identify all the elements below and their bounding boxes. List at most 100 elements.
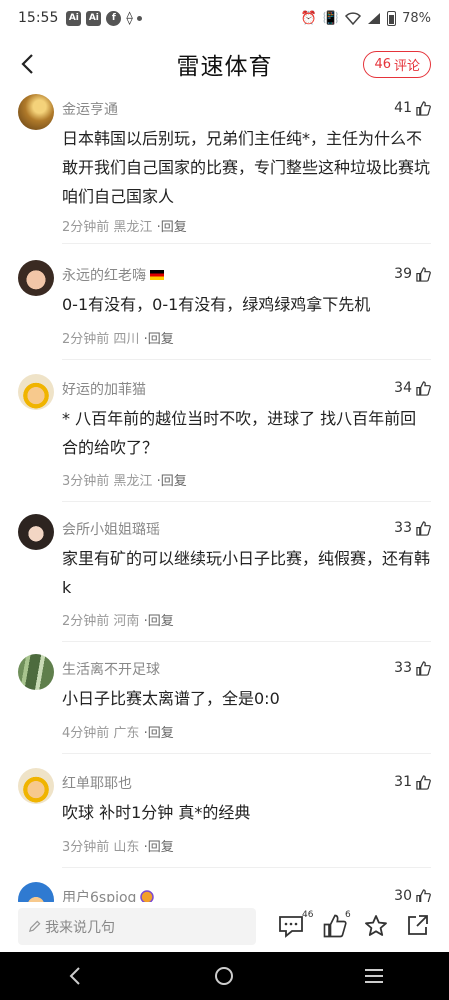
reply-button[interactable]: ·回复	[144, 726, 174, 741]
nav-back-button[interactable]	[55, 956, 95, 996]
divider	[62, 753, 431, 754]
like-count: 39	[394, 266, 412, 282]
comment-username[interactable]: 用户6spiog	[62, 887, 155, 902]
divider	[62, 867, 431, 868]
comment-username[interactable]: 会所小姐姐璐瑶	[62, 519, 160, 539]
avatar[interactable]	[18, 94, 54, 130]
comment-meta: 2分钟前 黑龙江 ·回复	[62, 216, 187, 235]
signal-icon	[368, 12, 381, 24]
avatar[interactable]	[18, 654, 54, 690]
status-right: ⏰ 📳 78%	[300, 10, 431, 26]
like-button[interactable]: 41	[394, 100, 431, 116]
like-button[interactable]: 30	[394, 888, 431, 902]
like-count: 33	[394, 520, 412, 536]
alarm-icon: ⏰	[300, 10, 317, 26]
like-badge: 6	[345, 910, 351, 920]
notification-dot-icon	[136, 15, 142, 21]
divider	[62, 359, 431, 360]
like-button[interactable]: 33	[394, 520, 431, 536]
avatar[interactable]	[18, 374, 54, 410]
comment-text: 吹球 补时1分钟 真*的经典	[62, 803, 251, 822]
comment-item: 金运亨通 41 日本韩国以后别玩，兄弟们主任纯*，主任为什么不敢开我们自己国家的…	[0, 94, 449, 244]
comment-location: 四川	[113, 332, 140, 347]
comment-time: 2分钟前	[62, 614, 110, 629]
badge-icon	[140, 890, 155, 902]
reply-button[interactable]: ·回复	[144, 840, 174, 855]
comment-meta: 2分钟前 四川 ·回复	[62, 328, 174, 347]
reply-button[interactable]: ·回复	[157, 474, 187, 489]
thumbs-up-icon	[416, 100, 431, 116]
thumbs-up-icon	[416, 266, 431, 282]
comment-location: 河南	[113, 614, 140, 629]
comment-username[interactable]: 生活离不开足球	[62, 659, 160, 679]
comment-time: 3分钟前	[62, 840, 110, 855]
like-count: 33	[394, 660, 412, 676]
comment-list[interactable]: 金运亨通 41 日本韩国以后别玩，兄弟们主任纯*，主任为什么不敢开我们自己国家的…	[0, 92, 449, 902]
comment-text: * 八百年前的越位当时不吹，进球了 找八百年前回合的给吹了？	[62, 409, 417, 457]
like-button[interactable]: 39	[394, 266, 431, 282]
comment-input[interactable]: 我来说几句	[18, 908, 256, 945]
comment-text: 家里有矿的可以继续玩小日子比赛，纯假赛，还有韩k	[62, 549, 431, 597]
back-button[interactable]	[12, 50, 42, 78]
thumbs-up-icon	[416, 380, 431, 396]
chevron-left-icon	[21, 54, 33, 74]
comment-location: 广东	[113, 726, 140, 741]
page-title: 雷速体育	[176, 54, 273, 80]
comment-location: 山东	[113, 840, 140, 855]
comment-item: 永远的红老嗨 39 0-1有没有，0-1有没有，绿鸡绿鸡拿下先机 2分钟前 四川…	[0, 260, 449, 360]
comment-location: 黑龙江	[113, 474, 153, 489]
comment-text: 0-1有没有，0-1有没有，绿鸡绿鸡拿下先机	[62, 295, 371, 314]
divider	[62, 243, 431, 244]
comment-input-placeholder: 我来说几句	[45, 919, 115, 936]
avatar[interactable]	[18, 514, 54, 550]
divider	[62, 641, 431, 642]
system-navigation-bar	[0, 952, 449, 1000]
like-button[interactable]: 33	[394, 660, 431, 676]
reply-button[interactable]: ·回复	[144, 332, 174, 347]
comment-text: 日本韩国以后别玩，兄弟们主任纯*，主任为什么不敢开我们自己国家的比赛，专门整些这…	[62, 129, 431, 206]
comment-meta: 2分钟前 河南 ·回复	[62, 610, 174, 629]
nav-recents-button[interactable]	[354, 956, 394, 996]
comment-badge: 46	[302, 910, 314, 920]
chevron-left-icon	[69, 967, 80, 985]
share-button[interactable]	[406, 914, 429, 937]
like-button[interactable]: 34	[394, 380, 431, 396]
avatar[interactable]	[18, 882, 54, 902]
comments-button[interactable]: 46	[278, 910, 313, 938]
comment-username[interactable]: 金运亨通	[62, 99, 118, 119]
ai-icon: Ai	[66, 10, 82, 26]
divider	[62, 501, 431, 502]
nav-home-button[interactable]	[204, 956, 244, 996]
comment-username[interactable]: 永远的红老嗨	[62, 265, 164, 285]
comment-text: 小日子比赛太离谱了，全是0:0	[62, 689, 280, 708]
menu-icon	[365, 969, 384, 983]
comment-location: 黑龙江	[113, 220, 153, 235]
germany-flag-icon	[150, 270, 164, 280]
comment-time: 3分钟前	[62, 474, 110, 489]
comment-meta: 4分钟前 广东 ·回复	[62, 722, 174, 741]
battery-level: 78%	[402, 10, 431, 26]
avatar[interactable]	[18, 768, 54, 804]
vpn-icon: ⟠	[126, 10, 133, 26]
comment-time: 2分钟前	[62, 220, 110, 235]
comment-item: 会所小姐姐璐瑶 33 家里有矿的可以继续玩小日子比赛，纯假赛，还有韩k 2分钟前…	[0, 514, 449, 642]
reply-button[interactable]: ·回复	[157, 220, 187, 235]
comment-meta: 3分钟前 山东 ·回复	[62, 836, 174, 855]
comment-time: 4分钟前	[62, 726, 110, 741]
status-bar: 15:55 Ai Ai f ⟠ ⏰ 📳 78%	[0, 0, 449, 36]
reply-button[interactable]: ·回复	[144, 614, 174, 629]
like-count: 31	[394, 774, 412, 790]
like-article-button[interactable]: 6	[323, 910, 351, 938]
thumbs-up-icon	[416, 888, 431, 902]
top-navigation: 雷速体育 46 评论	[0, 36, 449, 92]
comment-username[interactable]: 红单耶耶也	[62, 773, 132, 793]
like-count: 41	[394, 100, 412, 116]
pencil-icon	[28, 920, 41, 933]
comment-username[interactable]: 好运的加菲猫	[62, 379, 146, 399]
avatar[interactable]	[18, 260, 54, 296]
favorite-button[interactable]	[364, 914, 388, 938]
comment-count-button[interactable]: 46 评论	[363, 51, 431, 78]
thumbs-up-icon	[323, 914, 347, 938]
like-button[interactable]: 31	[394, 774, 431, 790]
vibrate-icon: 📳	[322, 10, 340, 26]
